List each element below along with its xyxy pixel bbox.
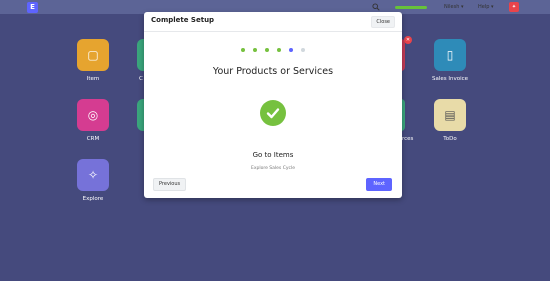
desktop-app-label: rces [402, 136, 414, 142]
desktop-app-label: Sales Invoice [431, 76, 469, 82]
step-progress-dots [144, 48, 402, 54]
desktop-app-label: CRM [86, 136, 100, 142]
desktop-app-sales-invoice[interactable]: ▯ Sales Invoice [430, 39, 470, 82]
help-menu[interactable]: Help ▾ [478, 2, 494, 12]
desktop-app-label: Explore [82, 196, 104, 202]
search-icon[interactable] [372, 3, 381, 12]
step-dot-current[interactable] [289, 48, 294, 52]
desktop-app-label: Item [86, 76, 100, 82]
previous-button[interactable]: Previous [153, 178, 187, 191]
desktop-app-crm[interactable]: ◎ CRM [73, 99, 113, 142]
next-button[interactable]: Next [366, 178, 392, 191]
step-dot-done[interactable] [277, 48, 282, 52]
action-subtitle: Explore Sales Cycle [250, 166, 296, 171]
invoice-icon: ▯ [434, 39, 466, 71]
step-dot-done[interactable] [240, 48, 245, 52]
step-title: Your Products or Services [212, 66, 334, 77]
check-icon [260, 100, 286, 126]
user-menu[interactable]: Nilesh ▾ [444, 2, 463, 12]
desktop-app-label: C [139, 76, 143, 82]
telescope-icon: ✧ [77, 159, 109, 191]
go-to-items-link[interactable]: Go to Items [144, 151, 402, 159]
step-dot-pending[interactable] [301, 48, 306, 52]
notification-badge: ✕ [404, 36, 412, 44]
crm-icon: ◎ [77, 99, 109, 131]
desktop-app-label: ToDo [443, 136, 457, 142]
todo-icon: ▤ [434, 99, 466, 131]
notification-icon[interactable]: ✦ [509, 2, 519, 12]
setup-progress-indicator [395, 6, 427, 9]
box-icon: ▢ [77, 39, 109, 71]
modal-title: Complete Setup [151, 16, 215, 24]
modal-header: Complete Setup Close [144, 12, 402, 32]
desktop-app-explore[interactable]: ✧ Explore [73, 159, 113, 202]
desktop-app-item[interactable]: ▢ Item [73, 39, 113, 82]
step-dot-done[interactable] [264, 48, 269, 52]
complete-setup-modal: Complete Setup Close Your Products or Se… [144, 12, 402, 198]
step-dot-done[interactable] [252, 48, 257, 52]
close-button[interactable]: Close [371, 16, 395, 28]
desktop-app-todo[interactable]: ▤ ToDo [430, 99, 470, 142]
app-logo[interactable]: E [27, 2, 38, 13]
